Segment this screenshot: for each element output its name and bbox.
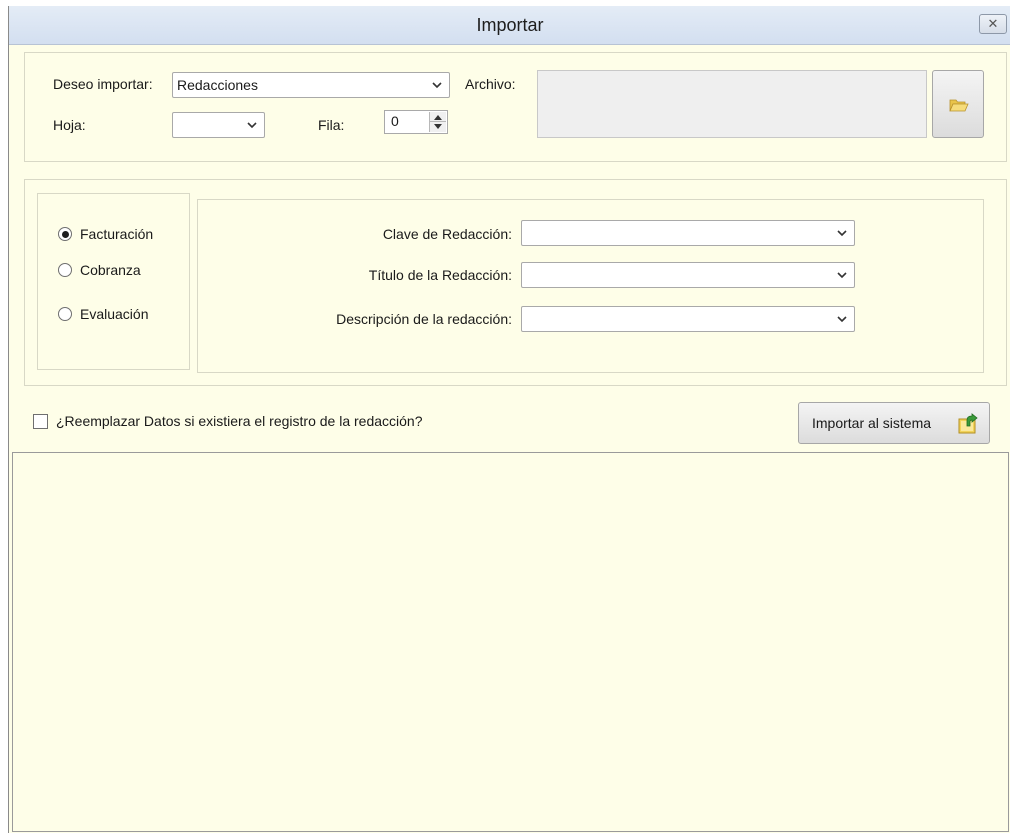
radio-evaluacion-label[interactable]: Evaluación bbox=[80, 306, 149, 322]
import-icon bbox=[958, 413, 978, 434]
deseo-importar-select[interactable]: Redacciones bbox=[172, 72, 450, 98]
module-radio-group bbox=[37, 193, 190, 370]
chevron-down-icon bbox=[247, 122, 257, 129]
radio-cobranza[interactable] bbox=[58, 263, 72, 277]
chevron-down-icon bbox=[837, 230, 847, 237]
descripcion-redaccion-select[interactable] bbox=[521, 306, 855, 332]
radio-cobranza-label[interactable]: Cobranza bbox=[80, 262, 141, 278]
radio-facturacion[interactable] bbox=[58, 227, 72, 241]
chevron-down-icon bbox=[432, 82, 442, 89]
window-title: Importar bbox=[476, 15, 544, 35]
archivo-label: Archivo: bbox=[465, 76, 516, 92]
titulo-redaccion-label: Título de la Redacción: bbox=[368, 267, 512, 283]
stepper-down-icon[interactable] bbox=[434, 124, 442, 129]
clave-redaccion-select[interactable] bbox=[521, 220, 855, 246]
stepper-divider bbox=[430, 121, 446, 122]
clave-redaccion-label: Clave de Redacción: bbox=[382, 226, 512, 242]
import-button-label: Importar al sistema bbox=[812, 415, 932, 431]
descripcion-redaccion-label: Descripción de la redacción: bbox=[336, 311, 512, 327]
close-button[interactable]: ✕ bbox=[979, 14, 1007, 34]
import-results-area[interactable] bbox=[12, 452, 1009, 832]
titulo-redaccion-select[interactable] bbox=[521, 262, 855, 288]
deseo-importar-label: Deseo importar: bbox=[53, 76, 153, 92]
radio-facturacion-label[interactable]: Facturación bbox=[80, 226, 153, 242]
title-bar: Importar ✕ bbox=[9, 6, 1010, 45]
stepper-up-icon[interactable] bbox=[434, 115, 442, 120]
chevron-down-icon bbox=[837, 316, 847, 323]
browse-file-button[interactable] bbox=[932, 70, 984, 138]
fila-label: Fila: bbox=[318, 117, 345, 133]
replace-data-label[interactable]: ¿Reemplazar Datos si existiera el regist… bbox=[56, 413, 423, 429]
hoja-select[interactable] bbox=[172, 112, 265, 138]
file-path-field[interactable] bbox=[537, 70, 927, 138]
import-window: Importar ✕ Deseo importar: Redacciones A… bbox=[8, 6, 1010, 833]
hoja-label: Hoja: bbox=[53, 117, 86, 133]
fila-value: 0 bbox=[391, 113, 399, 129]
radio-evaluacion[interactable] bbox=[58, 307, 72, 321]
close-icon: ✕ bbox=[987, 16, 999, 31]
chevron-down-icon bbox=[837, 272, 847, 279]
replace-data-checkbox[interactable] bbox=[33, 414, 48, 429]
import-to-system-button[interactable]: Importar al sistema bbox=[798, 402, 990, 444]
stepper-arrows[interactable] bbox=[429, 112, 446, 132]
folder-open-icon bbox=[949, 99, 969, 112]
deseo-importar-value: Redacciones bbox=[177, 77, 258, 93]
fila-stepper[interactable]: 0 bbox=[384, 110, 448, 134]
